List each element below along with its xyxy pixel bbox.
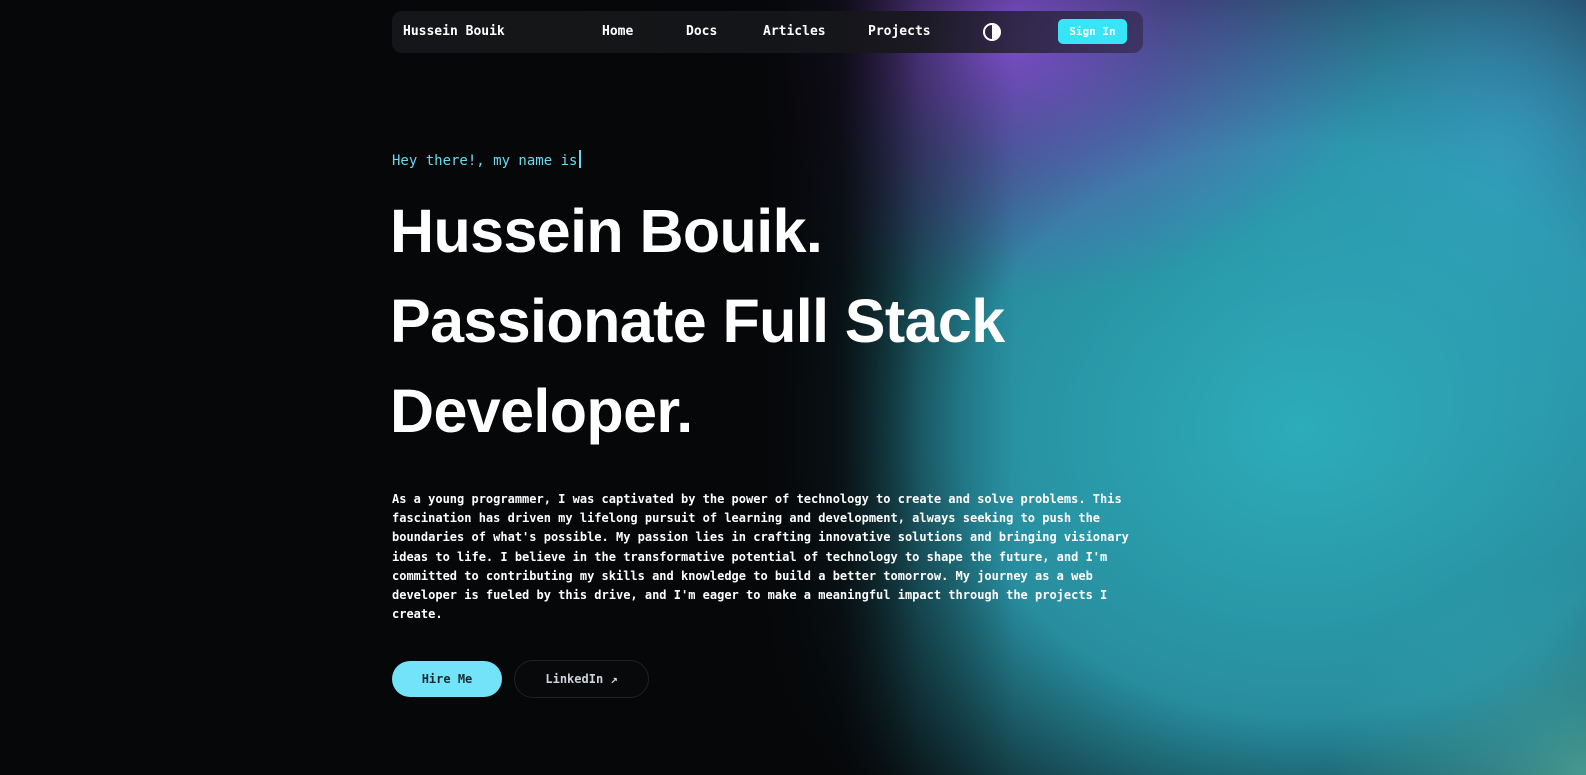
typing-cursor <box>579 150 582 168</box>
hire-me-button[interactable]: Hire Me <box>392 661 502 697</box>
brand-name[interactable]: Hussein Bouik <box>403 24 505 39</box>
headline-line-title: Developer. <box>390 377 693 445</box>
hero-headline: Hussein Bouik. Passionate Full Stack Dev… <box>390 186 1150 456</box>
headline-line-name: Hussein Bouik. <box>390 197 823 265</box>
theme-toggle-icon[interactable] <box>982 22 1002 42</box>
linkedin-button[interactable]: LinkedIn ↗ <box>514 660 649 698</box>
greeting-label: Hey there!, my name is <box>392 153 578 169</box>
bio-paragraph: As a young programmer, I was captivated … <box>392 492 1129 622</box>
top-navbar: Hussein Bouik Home Docs Articles Project… <box>392 11 1143 53</box>
sign-in-button[interactable]: Sign In <box>1058 19 1127 44</box>
headline-line-role: Passionate Full Stack <box>390 287 1005 355</box>
nav-link-projects[interactable]: Projects <box>868 24 931 39</box>
nav-link-docs[interactable]: Docs <box>686 24 717 39</box>
greeting-text: Hey there!, my name is <box>392 150 582 169</box>
nav-link-articles[interactable]: Articles <box>763 24 826 39</box>
nav-link-home[interactable]: Home <box>602 24 633 39</box>
